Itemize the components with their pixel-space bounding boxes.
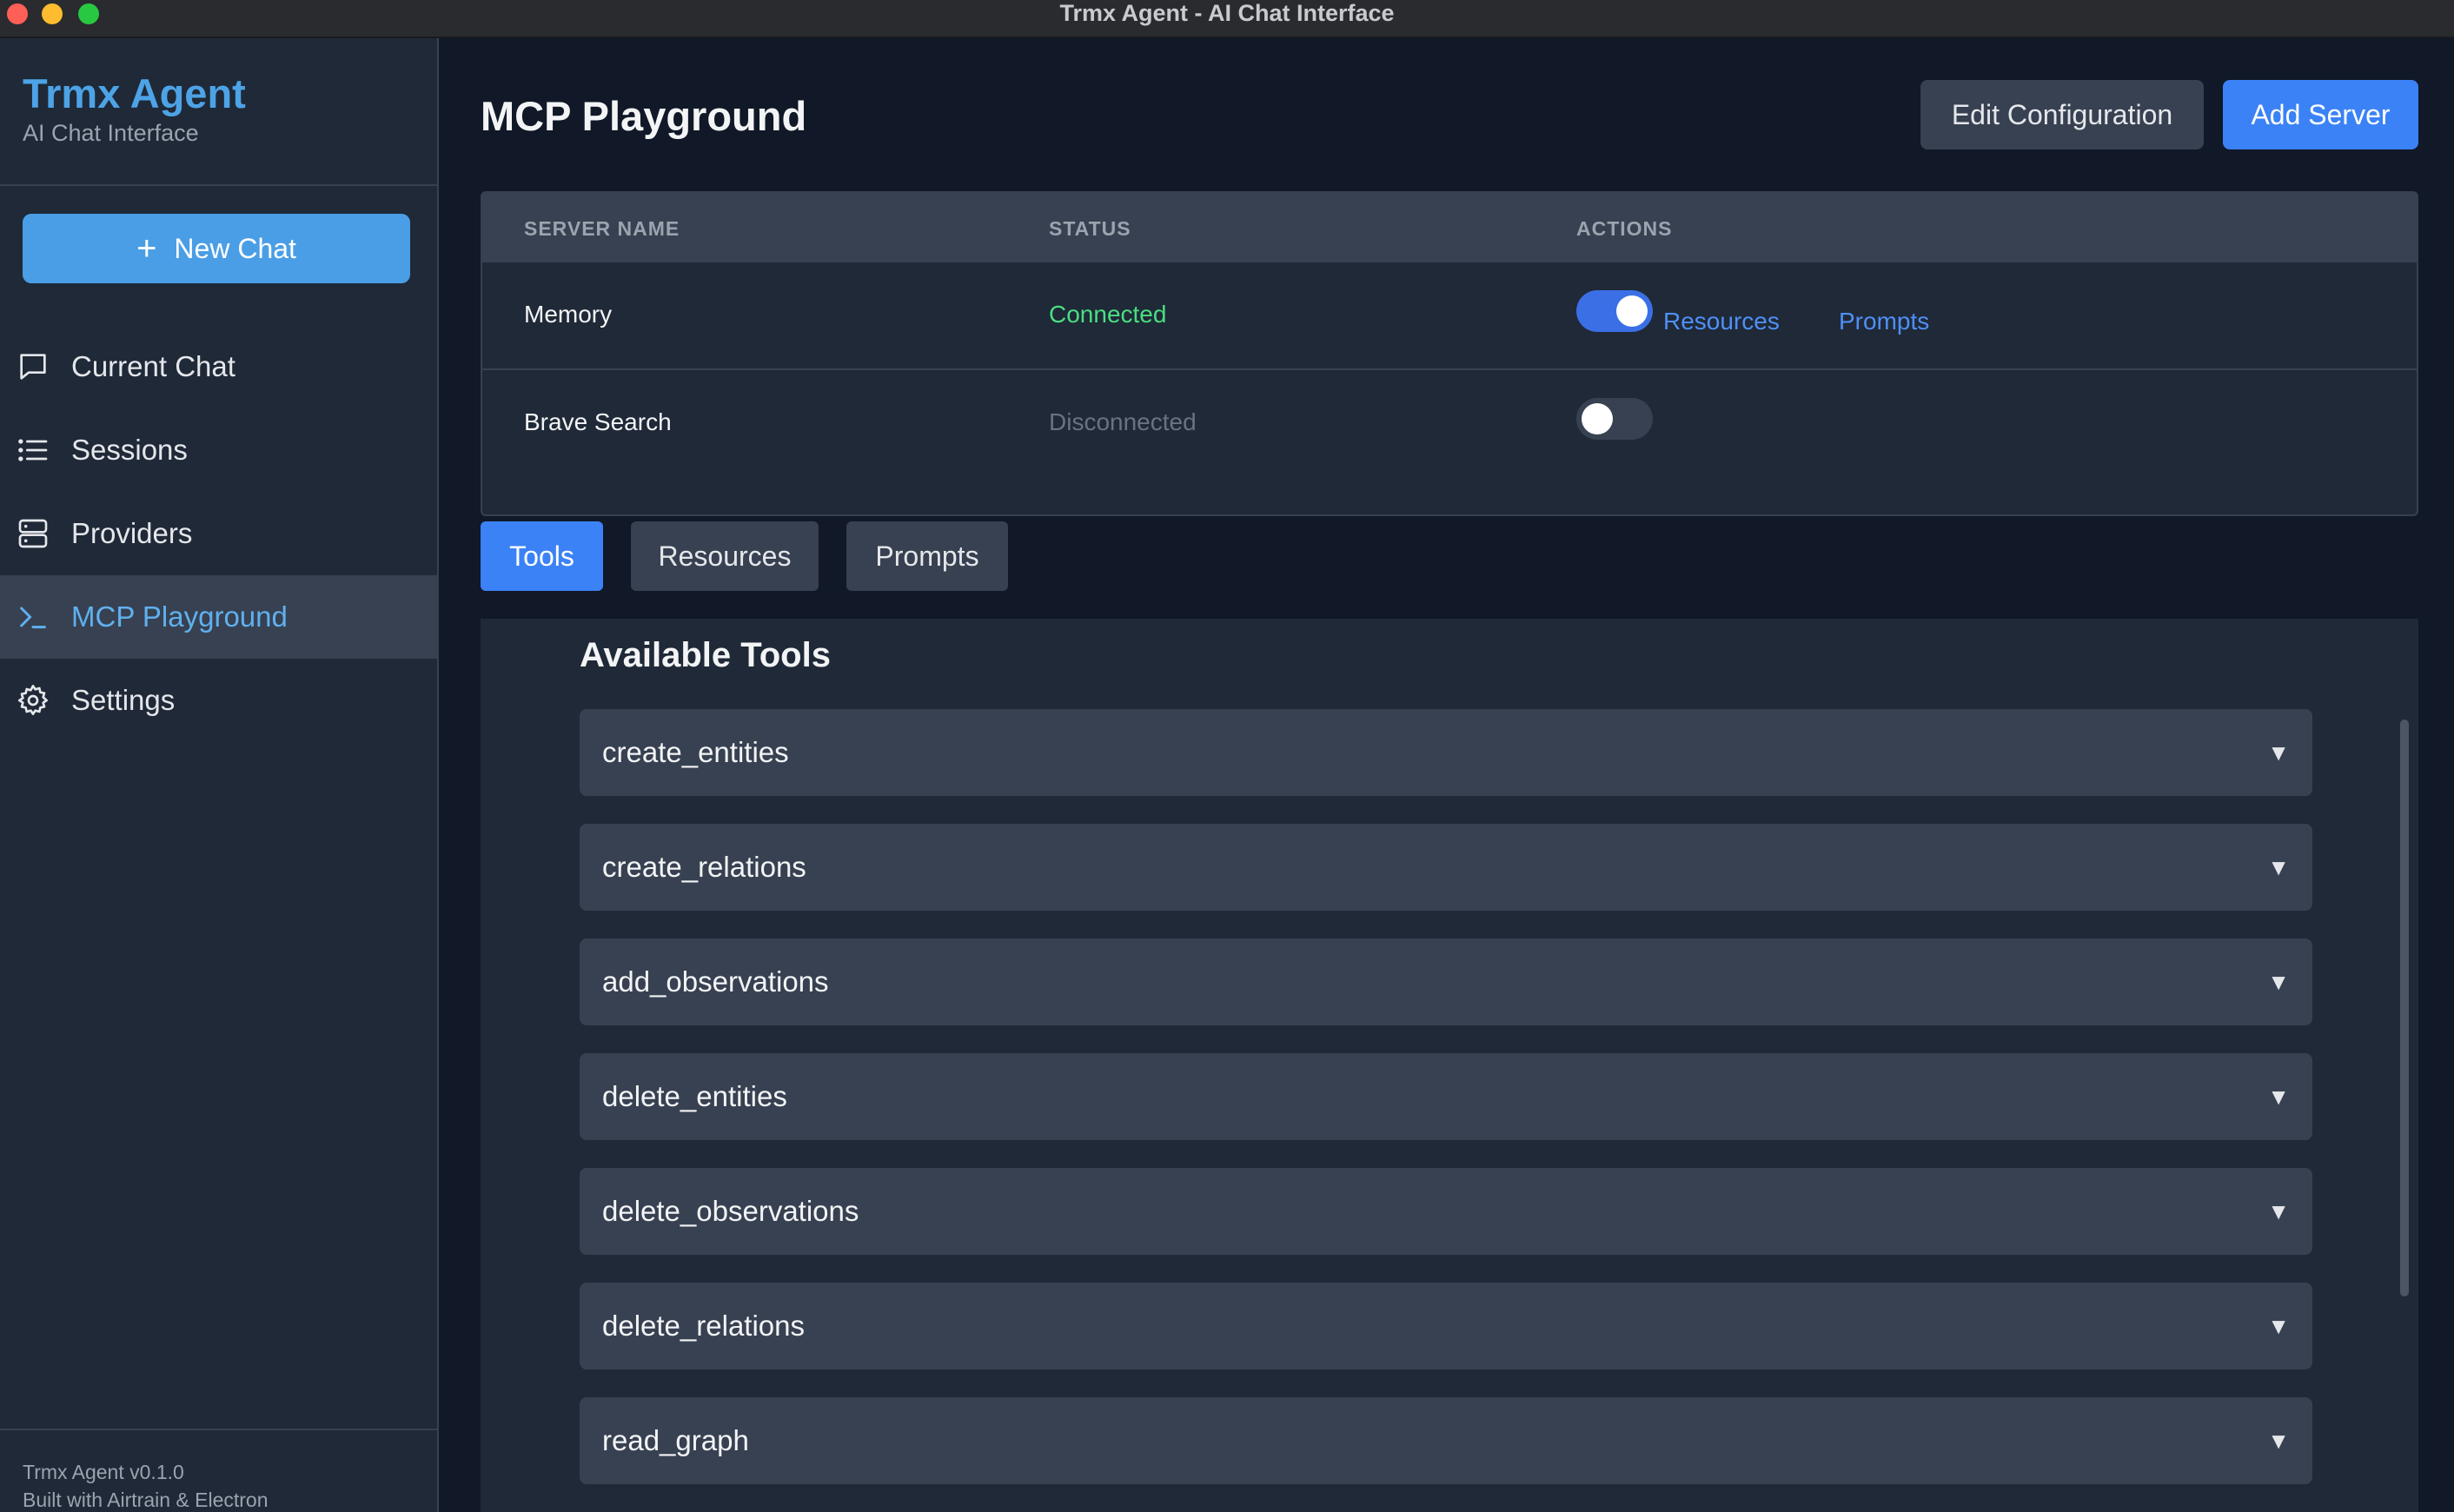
table-row: Memory Connected Resources Prompts [482, 262, 2417, 370]
chevron-down-icon: ▼ [2267, 1197, 2290, 1224]
tool-item-create-relations[interactable]: create_relations ▼ [580, 824, 2312, 911]
column-header-actions: ACTIONS [1576, 217, 1673, 240]
app-window: Trmx Agent - AI Chat Interface Trmx Agen… [0, 0, 2454, 1512]
new-chat-button[interactable]: + New Chat [23, 214, 410, 283]
chevron-down-icon: ▼ [2267, 739, 2290, 766]
window-title: Trmx Agent - AI Chat Interface [1059, 0, 1395, 26]
column-header-server-name: SERVER NAME [524, 217, 680, 240]
chevron-down-icon: ▼ [2267, 968, 2290, 995]
tab-resources[interactable]: Resources [631, 521, 819, 591]
gear-icon [16, 683, 50, 718]
tool-name: delete_entities [602, 1080, 787, 1112]
chevron-down-icon: ▼ [2267, 1427, 2290, 1454]
sidebar-divider [0, 184, 437, 186]
server-name: Brave Search [524, 408, 672, 435]
prompts-link[interactable]: Prompts [1839, 308, 1929, 335]
main-content: MCP Playground Edit Configuration Add Se… [439, 38, 2454, 1512]
sidebar-item-current-chat[interactable]: Current Chat [0, 325, 437, 408]
list-icon [16, 433, 50, 468]
brand: Trmx Agent AI Chat Interface [23, 70, 246, 147]
sidebar-item-label: Providers [71, 517, 193, 549]
plus-icon: + [136, 229, 157, 268]
add-server-button[interactable]: Add Server [2223, 80, 2418, 149]
tool-item-create-entities[interactable]: create_entities ▼ [580, 709, 2312, 796]
brand-title: Trmx Agent [23, 70, 246, 116]
tab-tools[interactable]: Tools [481, 521, 603, 591]
chevron-down-icon: ▼ [2267, 1312, 2290, 1339]
table-header: SERVER NAME STATUS ACTIONS [482, 193, 2417, 262]
tool-name: delete_relations [602, 1310, 805, 1342]
status-badge: Disconnected [1049, 408, 1197, 435]
server-enabled-toggle[interactable] [1576, 290, 1653, 332]
tool-name: delete_observations [602, 1195, 859, 1227]
terminal-icon [16, 600, 50, 634]
server-name: Memory [524, 301, 613, 328]
tools-scrollbar[interactable] [2400, 720, 2409, 1296]
sidebar-item-label: Current Chat [71, 350, 235, 382]
column-header-status: STATUS [1049, 217, 1131, 240]
built-with: Built with Airtrain & Electron [23, 1489, 269, 1511]
sidebar-item-sessions[interactable]: Sessions [0, 408, 437, 492]
chevron-down-icon: ▼ [2267, 1083, 2290, 1110]
sidebar-item-label: Sessions [71, 434, 188, 466]
tool-item-delete-entities[interactable]: delete_entities ▼ [580, 1053, 2312, 1140]
app-version: Trmx Agent v0.1.0 [23, 1461, 184, 1483]
server-icon [16, 516, 50, 551]
sidebar-item-label: Settings [71, 684, 176, 716]
sidebar-item-label: MCP Playground [71, 600, 288, 633]
tool-item-read-graph[interactable]: read_graph ▼ [580, 1397, 2312, 1484]
tool-name: read_graph [602, 1424, 749, 1456]
sidebar-item-providers[interactable]: Providers [0, 492, 437, 575]
tool-name: create_entities [602, 736, 789, 768]
server-enabled-toggle[interactable] [1576, 398, 1653, 440]
page-title: MCP Playground [481, 93, 807, 139]
tool-name: create_relations [602, 851, 806, 883]
title-bar: Trmx Agent - AI Chat Interface [0, 0, 2454, 38]
toggle-knob [1582, 403, 1613, 434]
sidebar: Trmx Agent AI Chat Interface + New Chat … [0, 38, 439, 1512]
toggle-knob [1616, 295, 1648, 327]
resources-link[interactable]: Resources [1663, 308, 1780, 335]
brand-subtitle: AI Chat Interface [23, 120, 199, 146]
tool-item-delete-observations[interactable]: delete_observations ▼ [580, 1168, 2312, 1255]
sidebar-item-mcp-playground[interactable]: MCP Playground [0, 575, 437, 659]
edit-configuration-button[interactable]: Edit Configuration [1920, 80, 2204, 149]
tools-section-title: Available Tools [580, 636, 831, 674]
tool-item-delete-relations[interactable]: delete_relations ▼ [580, 1283, 2312, 1369]
status-badge: Connected [1049, 301, 1167, 328]
sidebar-divider [0, 1429, 437, 1430]
sidebar-item-settings[interactable]: Settings [0, 659, 437, 742]
tab-prompts[interactable]: Prompts [846, 521, 1008, 591]
table-row: Brave Search Disconnected [482, 370, 2417, 478]
tool-item-add-observations[interactable]: add_observations ▼ [580, 938, 2312, 1025]
chevron-down-icon: ▼ [2267, 853, 2290, 880]
tool-name: add_observations [602, 965, 829, 998]
chat-bubble-icon [16, 349, 50, 384]
new-chat-label: New Chat [174, 232, 296, 264]
tools-panel: Available Tools create_entities ▼ create… [481, 619, 2418, 1512]
server-table: SERVER NAME STATUS ACTIONS Memory Connec… [481, 191, 2418, 516]
sidebar-footer: Trmx Agent v0.1.0 Built with Airtrain & … [23, 1458, 269, 1512]
